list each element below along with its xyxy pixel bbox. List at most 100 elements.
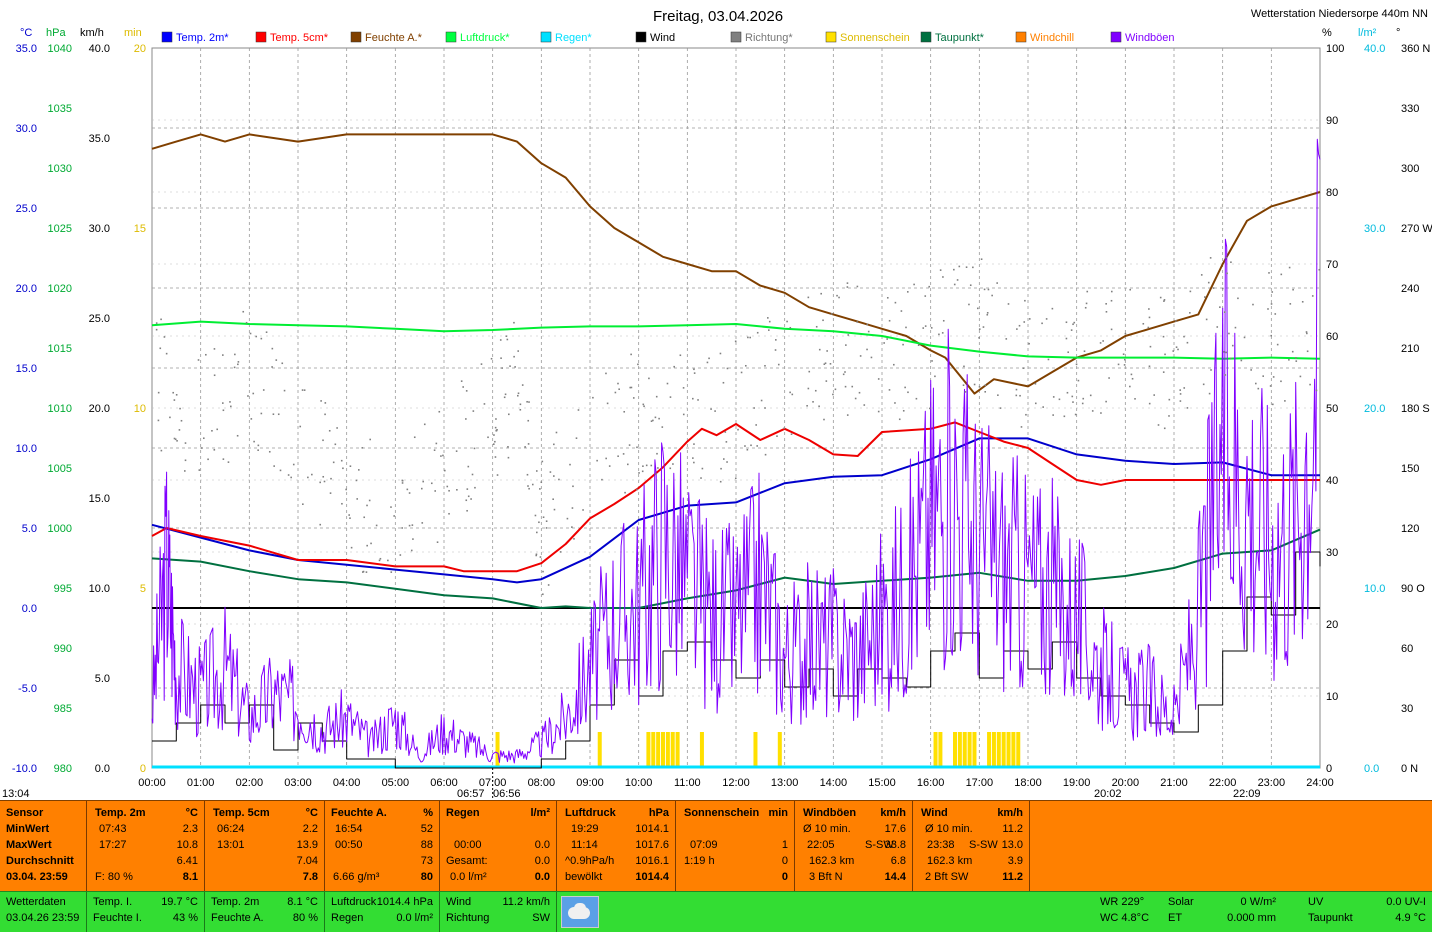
direction-dot <box>549 471 552 473</box>
rain-r1: 0.0 <box>534 839 550 851</box>
direction-dot <box>175 394 178 396</box>
direction-dot <box>462 386 464 388</box>
cur-temp2: 8.1 °C <box>287 896 318 908</box>
direction-dot <box>169 416 171 419</box>
rain-tick: 10.0 <box>1364 583 1385 595</box>
cur-solar-label: Solar <box>1168 896 1194 908</box>
direction-dot <box>767 329 770 331</box>
direction-dot <box>474 486 476 489</box>
direction-dot <box>271 347 274 350</box>
press-now: 1014.4 <box>635 871 669 883</box>
direction-dot <box>693 461 695 464</box>
sunshine-bar <box>665 732 670 768</box>
direction-dot <box>1028 318 1031 320</box>
direction-dot <box>328 429 331 432</box>
direction-dot <box>987 288 990 291</box>
direction-dot <box>661 426 664 428</box>
cur-wc: WC 4.8°C <box>1100 912 1150 924</box>
direction-dot <box>178 429 181 431</box>
direction-dot <box>928 285 931 288</box>
direction-dot <box>962 384 965 387</box>
wind-r3: 3.9 <box>1007 855 1023 867</box>
direction-dot <box>566 517 569 520</box>
temp2-now: 8.1 <box>182 871 198 883</box>
direction-dot <box>1083 350 1086 353</box>
sunshine-bar <box>495 732 500 768</box>
direction-dot <box>930 327 933 329</box>
direction-dot <box>1179 389 1182 391</box>
direction-dot <box>964 391 967 393</box>
direction-dot <box>973 383 976 386</box>
direction-dot <box>682 387 685 389</box>
direction-dot <box>571 507 574 509</box>
wind-dist: 162.3 km <box>927 855 973 867</box>
direction-dot <box>422 480 425 483</box>
direction-dot <box>859 355 862 357</box>
hum-tick: 40 <box>1326 475 1338 487</box>
direction-dot <box>552 498 554 501</box>
direction-dot <box>350 546 353 549</box>
direction-dot <box>262 389 265 391</box>
direction-dot <box>442 454 444 457</box>
direction-dot <box>983 288 986 291</box>
direction-dot <box>807 296 810 299</box>
direction-dot <box>1311 295 1314 297</box>
direction-dot <box>423 423 426 426</box>
direction-dot <box>506 338 509 341</box>
direction-dot <box>387 559 389 562</box>
direction-dot <box>540 481 543 484</box>
hum-tick: 0 <box>1326 763 1332 775</box>
temp5-min-time: 06:24 <box>217 823 245 835</box>
dir-tick: 360 N <box>1401 43 1430 55</box>
direction-dot <box>1085 302 1088 305</box>
direction-dot <box>1231 344 1234 347</box>
direction-dot <box>412 538 414 540</box>
direction-dot <box>1240 359 1243 362</box>
direction-dot <box>753 407 755 409</box>
cur-rain-label: Regen <box>331 912 364 924</box>
direction-dot <box>666 382 669 385</box>
direction-dot <box>528 401 530 403</box>
direction-dot <box>726 461 728 463</box>
direction-dot <box>496 474 499 476</box>
direction-dot <box>249 332 252 335</box>
unit-dir: ° <box>1396 27 1400 39</box>
rain-total: 0.0 <box>534 855 550 867</box>
legend-label-2: Feuchte A.* <box>365 32 423 44</box>
press-tick: 1015 <box>48 343 72 355</box>
wind-r1-label: Ø 10 min. <box>925 823 973 835</box>
direction-dot <box>1149 345 1152 348</box>
direction-dot <box>1219 306 1221 308</box>
rain-tick: 40.0 <box>1364 43 1385 55</box>
rain-total-label: Gesamt: <box>446 855 488 867</box>
direction-dot <box>1162 335 1165 338</box>
direction-dot <box>345 488 347 491</box>
direction-dot <box>467 495 470 498</box>
rain-now-label: 0.0 l/m² <box>450 871 487 883</box>
direction-dot <box>693 443 695 445</box>
direction-dot <box>693 372 696 374</box>
direction-dot <box>201 447 203 449</box>
direction-dot <box>173 399 176 401</box>
direction-dot <box>1105 311 1108 313</box>
direction-dot <box>455 450 458 452</box>
direction-dot <box>184 442 187 444</box>
dir-tick: 270 W <box>1401 223 1432 235</box>
direction-dot <box>638 472 640 474</box>
direction-dot <box>390 506 392 508</box>
press-min-time: 19:29 <box>571 823 599 835</box>
direction-dot <box>411 524 414 526</box>
direction-dot <box>958 265 961 268</box>
press-tick: 995 <box>54 583 72 595</box>
direction-dot <box>1175 320 1177 322</box>
direction-dot <box>1274 313 1277 315</box>
sun-tick: 5 <box>140 583 146 595</box>
temp2-now-label: F: 80 % <box>95 871 133 883</box>
direction-dot <box>1105 303 1107 305</box>
direction-dot <box>448 489 450 492</box>
hum-tick: 80 <box>1326 187 1338 199</box>
direction-dot <box>1022 367 1025 369</box>
temp2-unit: °C <box>185 807 198 819</box>
direction-dot <box>991 294 993 297</box>
temp2-title: Temp. 2m <box>95 807 146 819</box>
